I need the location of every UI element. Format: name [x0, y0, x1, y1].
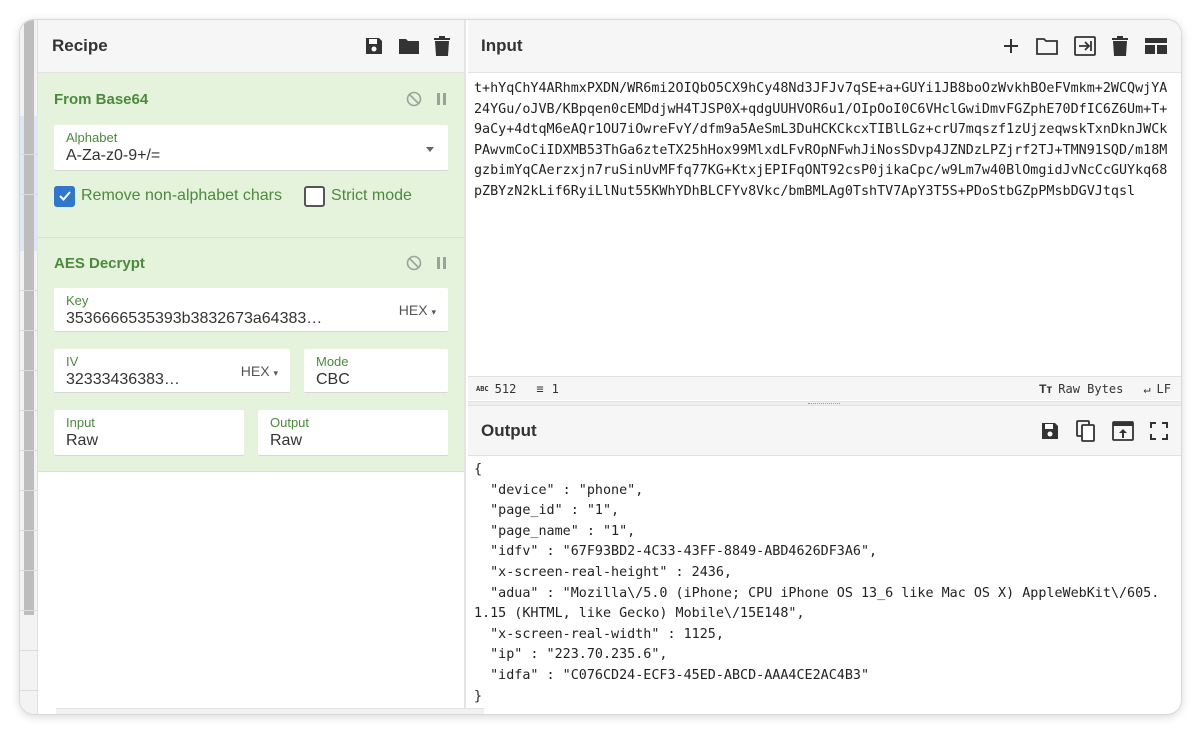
op-aes-decrypt[interactable]: AES Decrypt Key 3536666535393b3832673a64… [38, 238, 464, 472]
iv-format-dropdown[interactable]: HEX ▾ [241, 363, 278, 379]
save-icon[interactable] [364, 36, 384, 56]
iv-field[interactable]: IV 32333436383… HEX ▾ [54, 349, 290, 393]
input-format-label: Input [66, 415, 95, 430]
copy-icon[interactable] [1076, 419, 1096, 442]
output-title: Output [481, 420, 537, 440]
pause-icon[interactable] [436, 255, 448, 271]
disable-op-icon[interactable] [406, 91, 422, 107]
input-header: Input [468, 20, 1181, 73]
caret-down-icon: ▾ [273, 368, 278, 378]
trash-icon[interactable] [434, 36, 450, 56]
strict-mode-label[interactable]: Strict mode [331, 187, 412, 205]
abc-icon: ABC [476, 384, 489, 393]
eol-selector[interactable]: ↵ LF [1143, 382, 1171, 396]
scrollbar[interactable] [24, 20, 34, 615]
input-title: Input [481, 36, 523, 55]
recipe-pane: Recipe From Base64 Alphabet A-Za-z0-9+/=… [38, 20, 484, 714]
folder-icon[interactable] [398, 37, 420, 55]
text-type-icon: Tт [1039, 381, 1053, 396]
recipe-title: Recipe [52, 36, 108, 55]
output-header: Output [468, 406, 1181, 456]
output-format-label: Output [270, 415, 310, 430]
op-title-aes-decrypt: AES Decrypt [54, 254, 145, 272]
app-window: Recipe From Base64 Alphabet A-Za-z0-9+/=… [20, 20, 1181, 714]
mode-value: CBC [316, 371, 350, 388]
mode-label: Mode [316, 354, 349, 369]
length-indicator: ABC 512 [476, 381, 517, 396]
key-format-dropdown[interactable]: HEX ▾ [399, 302, 436, 318]
input-textarea[interactable]: t+hYqChY4ARhmxPXDN/WR6mi2OIQbO5CX9hCy48N… [468, 73, 1181, 378]
output-format-value: Raw [270, 432, 303, 449]
input-format-value: Raw [66, 432, 99, 449]
encoding-selector[interactable]: Tт Raw Bytes [1039, 382, 1123, 396]
output-textarea[interactable]: { "device" : "phone", "page_id" : "1", "… [468, 456, 1181, 714]
op-title-from-base64: From Base64 [54, 90, 149, 108]
lines-indicator: ≡ 1 [536, 381, 559, 396]
input-status-bar: ABC 512 ≡ 1 Tт Raw Bytes ↵ LF [468, 376, 1181, 400]
open-file-icon[interactable] [1074, 36, 1096, 56]
replace-input-icon[interactable] [1112, 420, 1134, 441]
alphabet-value: A-Za-z0-9+/= [66, 147, 161, 164]
remove-non-alphabet-label[interactable]: Remove non-alphabet chars [81, 187, 282, 205]
pause-icon[interactable] [436, 91, 448, 107]
left-edge-strip [20, 20, 38, 714]
strict-mode-checkbox[interactable] [304, 185, 326, 207]
mode-select[interactable]: Mode CBC [304, 349, 448, 393]
input-format-select[interactable]: Input Raw [54, 410, 244, 456]
caret-down-icon: ▾ [431, 307, 436, 317]
output-pane: Output { "device" : "phone", "page_id" :… [468, 406, 1181, 714]
recipe-header: Recipe [38, 20, 464, 73]
layout-icon[interactable] [1144, 37, 1168, 55]
open-folder-icon[interactable] [1036, 37, 1058, 55]
add-input-icon[interactable] [1002, 37, 1020, 55]
chevron-down-icon [426, 147, 434, 152]
lines-icon: ≡ [536, 381, 544, 396]
key-value[interactable]: 3536666535393b3832673a64383… [66, 310, 366, 328]
output-format-select[interactable]: Output Raw [258, 410, 448, 456]
key-field[interactable]: Key 3536666535393b3832673a64383… HEX ▾ [54, 288, 448, 332]
input-pane: Input t+hYqChY4ARhmxPXDN/WR6mi2OIQbO5CX9… [468, 20, 1181, 401]
alphabet-select[interactable]: Alphabet A-Za-z0-9+/= [54, 125, 448, 171]
op-from-base64[interactable]: From Base64 Alphabet A-Za-z0-9+/= Remove… [38, 73, 464, 238]
iv-value[interactable]: 32333436383… [66, 371, 194, 389]
key-label: Key [66, 293, 89, 308]
alphabet-label: Alphabet [66, 130, 118, 145]
trash-icon[interactable] [1112, 36, 1128, 56]
save-icon[interactable] [1040, 421, 1060, 441]
remove-non-alphabet-checkbox[interactable] [54, 185, 75, 207]
maximize-icon[interactable] [1150, 421, 1168, 440]
disable-op-icon[interactable] [406, 255, 422, 271]
return-icon: ↵ [1143, 381, 1151, 396]
